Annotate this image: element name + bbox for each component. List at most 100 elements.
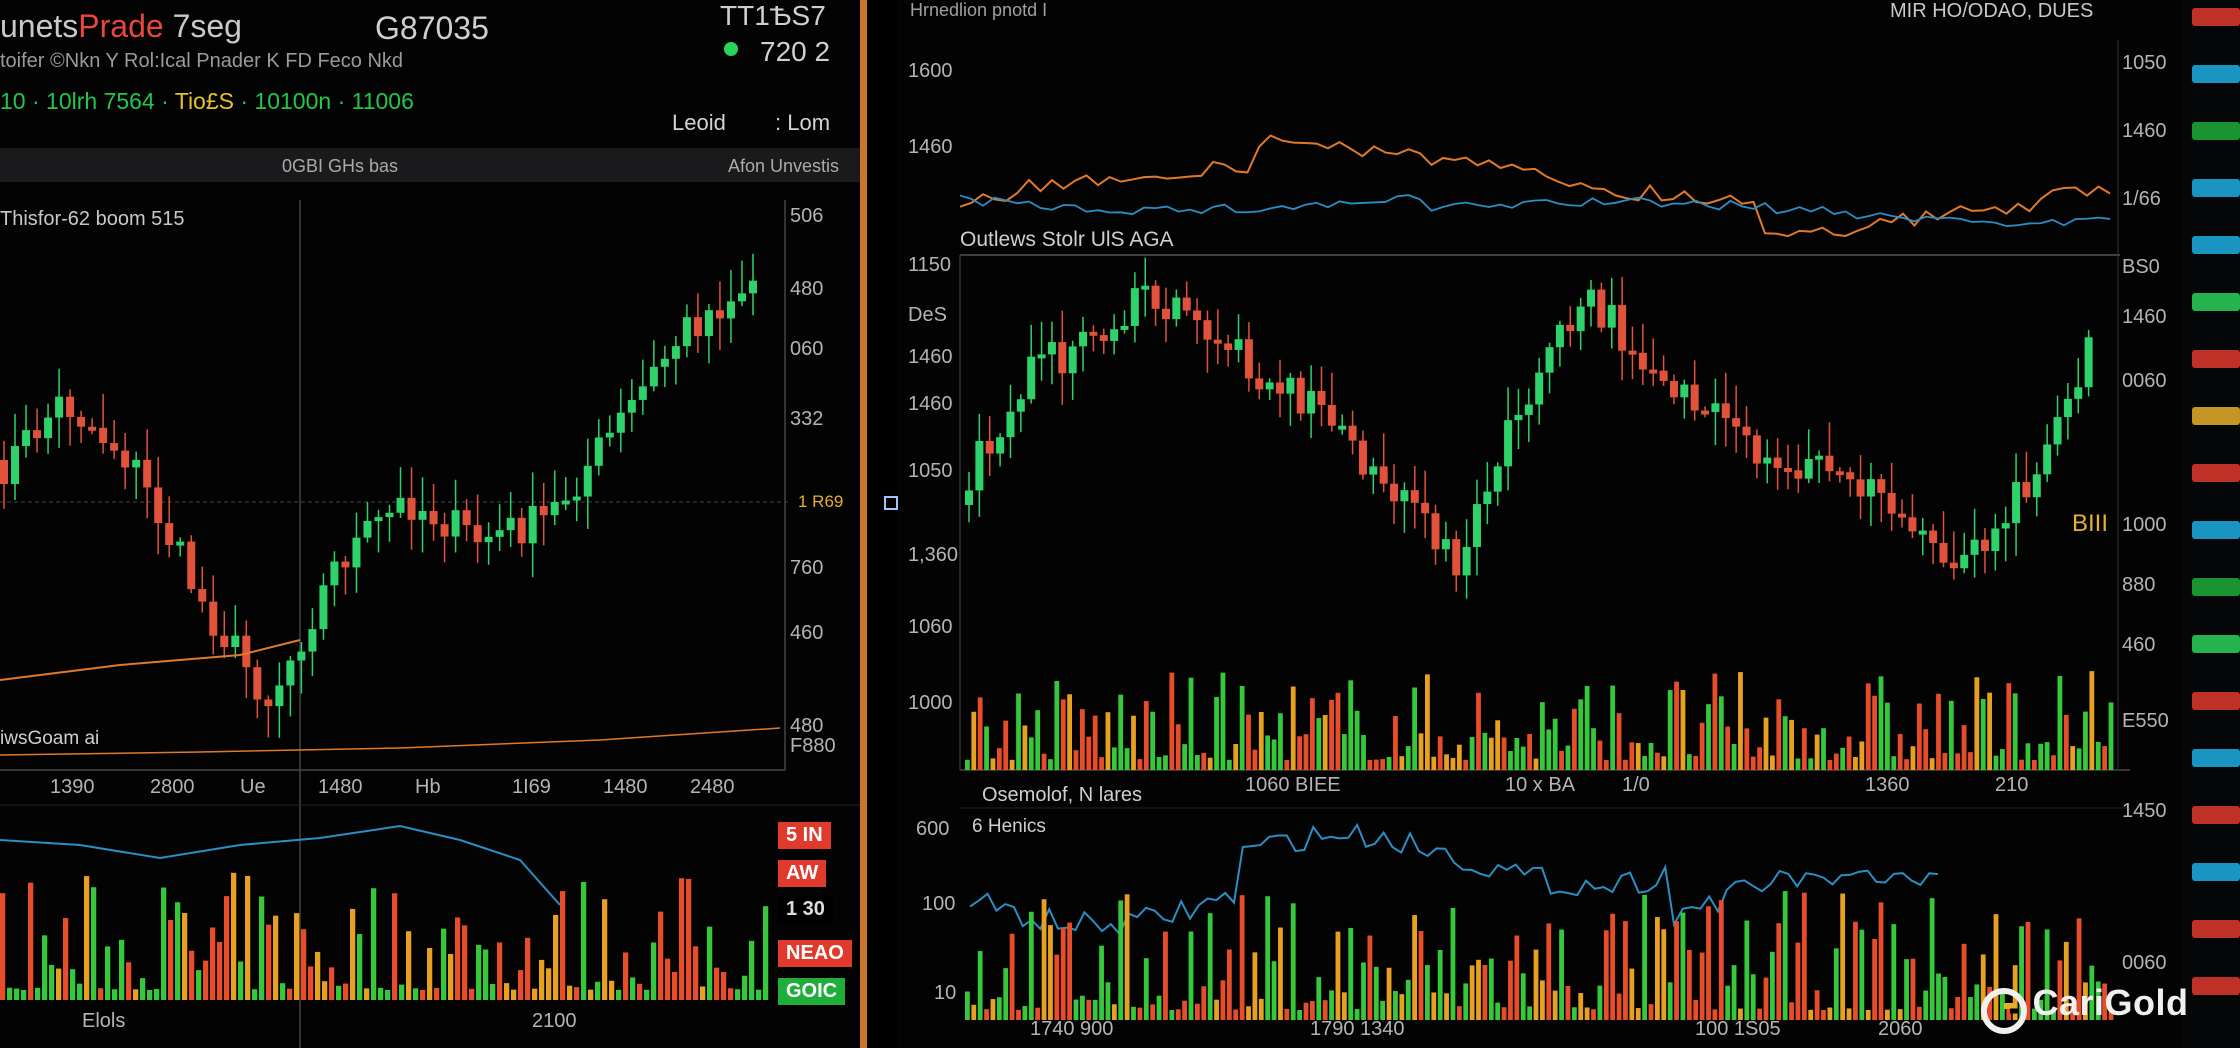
volume-bar bbox=[1552, 718, 1558, 770]
volume-bar bbox=[2006, 683, 2012, 770]
oscillator-volume-bar bbox=[1910, 958, 1916, 1020]
candle-body bbox=[1587, 289, 1596, 307]
oscillator-volume-bar bbox=[1904, 959, 1909, 1020]
indicator-bar bbox=[2192, 749, 2240, 767]
oscillator-volume-bar bbox=[1629, 968, 1635, 1020]
candle-body bbox=[2022, 482, 2031, 498]
candle-body bbox=[1783, 467, 1792, 472]
volume-bar bbox=[1706, 704, 1711, 770]
volume-bar bbox=[1514, 738, 1520, 770]
candle-body bbox=[1151, 285, 1160, 309]
volume-bar bbox=[1827, 759, 1833, 770]
indicator-bar bbox=[2192, 977, 2240, 995]
right-y-tick-r: 1450 bbox=[2122, 800, 2167, 822]
right-x-tick: 10 x BA bbox=[1505, 774, 1576, 796]
volume-bar bbox=[1380, 759, 1386, 770]
right-y-tick-r: 0060 bbox=[2122, 370, 2167, 392]
candle-body bbox=[1089, 331, 1098, 336]
volume-bar bbox=[977, 697, 983, 770]
volume-bar bbox=[1476, 692, 1481, 770]
volume-bar bbox=[1712, 673, 1718, 770]
volume-bar bbox=[1290, 686, 1296, 770]
oscillator-volume-bar bbox=[1661, 929, 1667, 1020]
candle-body bbox=[1296, 377, 1305, 414]
volume-bar bbox=[1897, 733, 1903, 770]
candle-body bbox=[1638, 352, 1647, 370]
right-chart-canvas[interactable] bbox=[0, 0, 2240, 1048]
oscillator-volume-bar bbox=[1520, 973, 1526, 1020]
volume-bar bbox=[1482, 732, 1488, 770]
candle-body bbox=[1514, 414, 1523, 421]
volume-bar bbox=[1642, 755, 1648, 770]
volume-bar bbox=[1214, 697, 1219, 770]
right-y-tick: 1600 bbox=[908, 60, 953, 82]
volume-bar bbox=[1041, 753, 1047, 770]
right-y-tick-r: 1000 bbox=[2122, 514, 2167, 536]
candle-body bbox=[1379, 466, 1388, 484]
volume-bar bbox=[1821, 728, 1826, 770]
candle-body bbox=[1161, 308, 1170, 320]
volume-bar bbox=[2051, 755, 2056, 770]
volume-bar bbox=[2108, 702, 2114, 770]
volume-bar bbox=[1674, 681, 1679, 770]
oscillator-volume-bar bbox=[1080, 995, 1085, 1020]
oscillator-volume-bar bbox=[1412, 915, 1418, 1020]
oscillator-volume-bar bbox=[1693, 999, 1699, 1020]
candle-body bbox=[1213, 339, 1222, 344]
oscillator-volume-bar bbox=[1393, 991, 1398, 1020]
oscillator-volume-bar bbox=[1143, 958, 1149, 1020]
volume-bar bbox=[1456, 744, 1462, 770]
indicator-bar bbox=[2192, 863, 2240, 881]
volume-bar bbox=[1693, 755, 1699, 770]
candle-body bbox=[1244, 339, 1253, 379]
volume-bar bbox=[1961, 725, 1967, 770]
right-x-tick: 1/0 bbox=[1622, 774, 1650, 796]
volume-bar bbox=[1252, 749, 1258, 770]
volume-bar bbox=[1725, 726, 1731, 770]
indicator-bar bbox=[2192, 179, 2240, 197]
volume-bar bbox=[1188, 677, 1194, 770]
oscillator-volume-bar bbox=[1763, 977, 1769, 1020]
oscillator-volume-bar bbox=[1239, 895, 1245, 1020]
candle-body bbox=[1680, 384, 1689, 398]
candle-body bbox=[1255, 378, 1264, 390]
candle-body bbox=[1182, 297, 1191, 311]
volume-bar bbox=[1450, 757, 1456, 770]
volume-bar bbox=[1163, 755, 1168, 770]
indicator-bar bbox=[2192, 8, 2240, 26]
candle-body bbox=[2001, 523, 2010, 529]
right-y-tick: 1460 bbox=[908, 136, 953, 158]
volume-bar bbox=[1322, 715, 1328, 770]
candle-body bbox=[1224, 343, 1233, 350]
volume-bar bbox=[1329, 699, 1334, 770]
oscillator-volume-bar bbox=[1073, 999, 1079, 1020]
volume-bar bbox=[1757, 747, 1763, 770]
candle-body bbox=[1752, 435, 1761, 464]
right-x-tick: 210 bbox=[1995, 774, 2029, 796]
volume-bar bbox=[1284, 759, 1290, 770]
candle-body bbox=[1358, 440, 1367, 475]
volume-bar bbox=[1865, 683, 1871, 770]
candle-body bbox=[2074, 387, 2083, 399]
oscillator-volume-bar bbox=[1565, 985, 1571, 1020]
candle-body bbox=[1877, 479, 1886, 493]
candle-body bbox=[1016, 399, 1025, 412]
volume-bar bbox=[1431, 756, 1437, 770]
candle-body bbox=[1058, 342, 1067, 374]
oscillator-volume-bar bbox=[1770, 951, 1775, 1020]
volume-bar bbox=[1303, 734, 1309, 770]
volume-bar bbox=[1278, 713, 1283, 770]
oscillator-volume-bar bbox=[1559, 929, 1564, 1020]
volume-bar bbox=[1418, 733, 1424, 770]
oscillator-volume-bar bbox=[1450, 907, 1456, 1020]
candle-body bbox=[2043, 444, 2052, 475]
indicator-bar bbox=[2192, 236, 2240, 254]
candle-body bbox=[1006, 411, 1015, 438]
candle-body bbox=[1130, 288, 1139, 326]
volume-bar bbox=[1533, 758, 1539, 770]
indicator-bar bbox=[2192, 920, 2240, 938]
volume-bar bbox=[1239, 685, 1245, 770]
oscillator-volume-bar bbox=[1041, 899, 1047, 1020]
volume-bar bbox=[1131, 715, 1136, 770]
right-y-tick-r: 1/66 bbox=[2122, 188, 2161, 210]
